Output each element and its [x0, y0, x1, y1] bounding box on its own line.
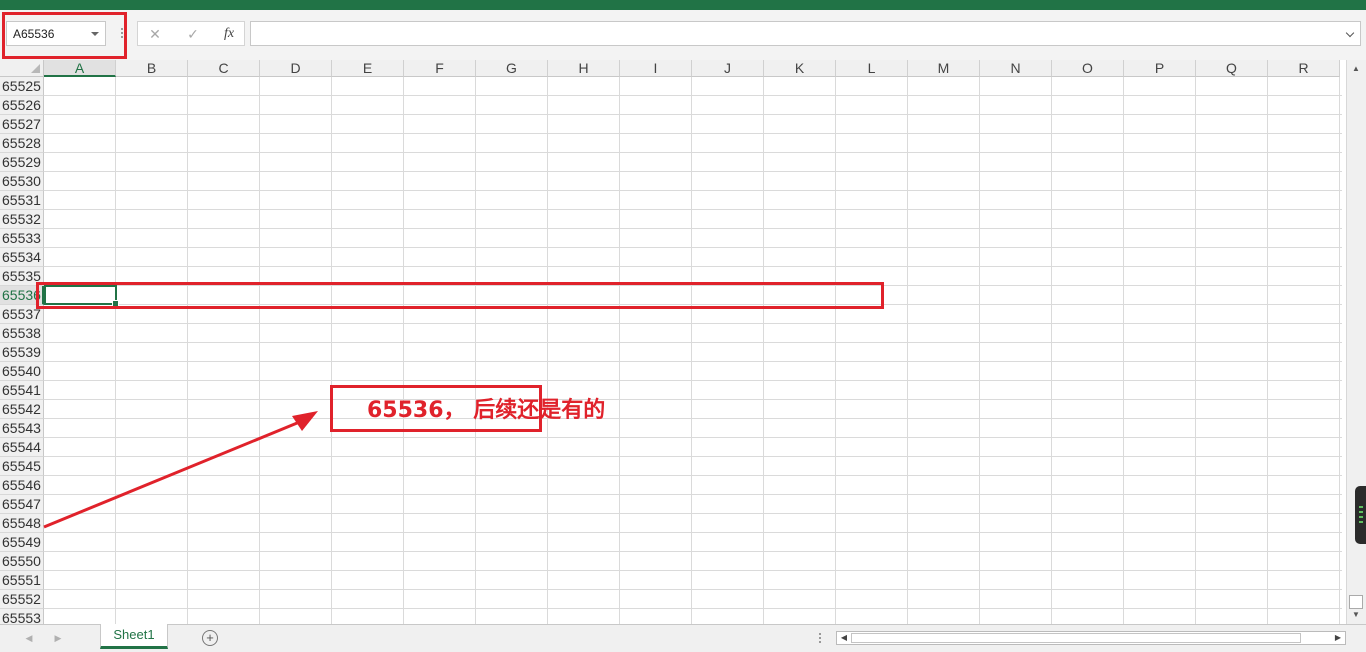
- arrow-shaft: [43, 419, 303, 529]
- annotation-arrow: [43, 411, 318, 529]
- arrow-head: [292, 411, 318, 431]
